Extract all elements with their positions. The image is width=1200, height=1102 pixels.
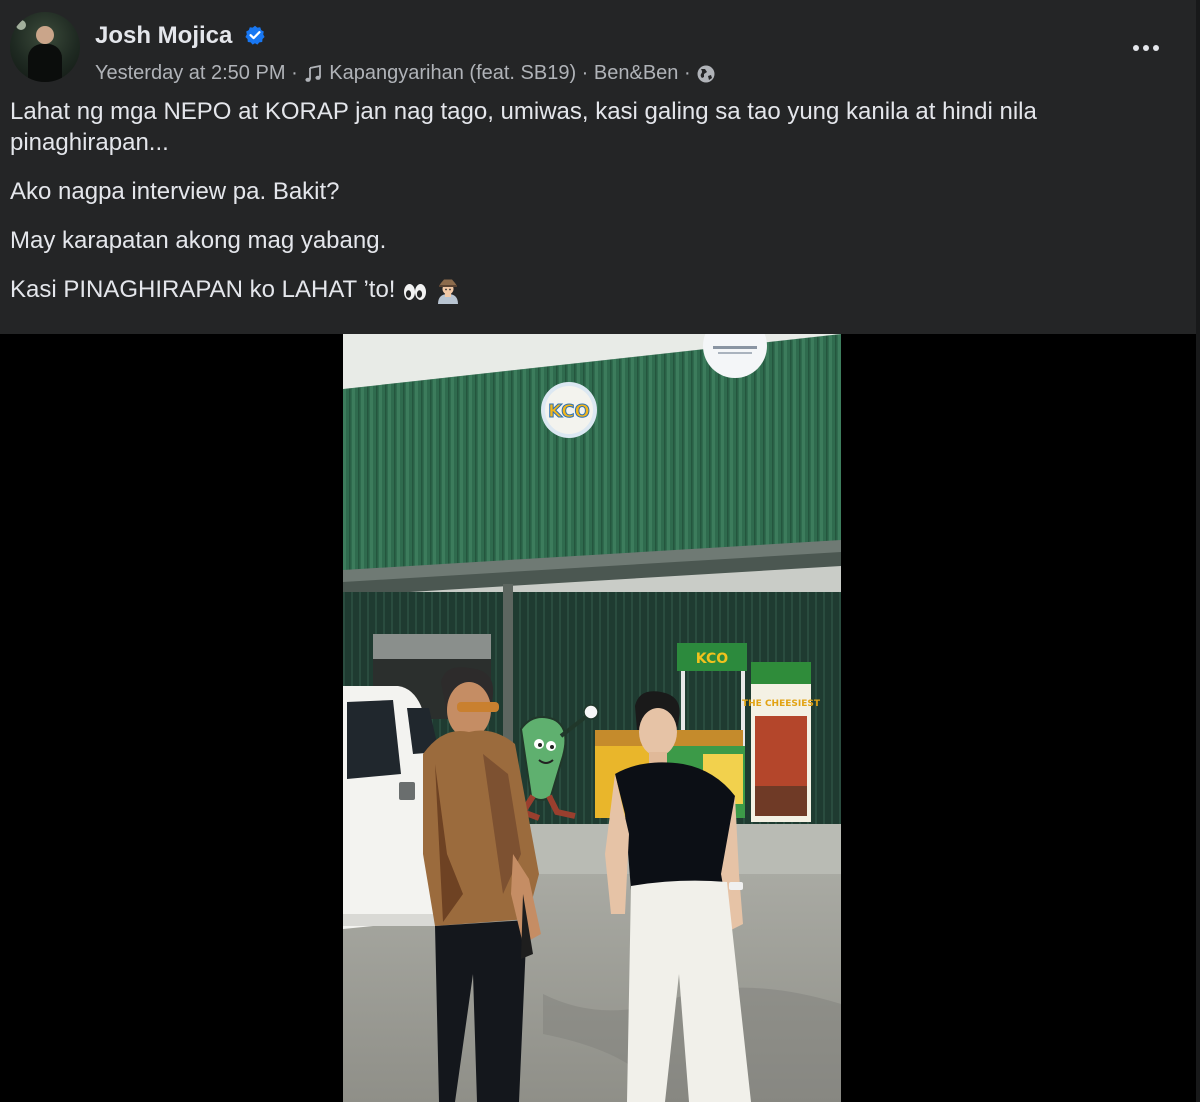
music-note-icon [305,64,322,82]
post-paragraph: Kasi PINAGHIRAPAN ko LAHAT ’to! [10,276,396,303]
more-options-icon [1133,45,1139,51]
kco-sign: KCO [541,382,597,438]
post-text: Lahat ng mga NEPO at KORAP jan nag tago,… [10,96,1180,323]
post-media[interactable]: KCO KCO THE CHEESIEST [0,334,1196,1102]
author-name-link[interactable]: Josh Mojica [95,22,265,50]
post-meta: Yesterday at 2:50 PM · Kapangyarihan (fe… [95,62,716,85]
banner-title: THE CHEESIEST [742,699,821,709]
post-paragraph: May karapatan akong mag yabang. [10,227,387,254]
kco-sign-label: KCO [548,401,590,422]
meta-separator: · [683,62,691,85]
more-options-button[interactable] [1126,28,1166,68]
post-header: Josh Mojica Yesterday at 2:50 PM · Kapan… [10,10,1186,85]
facebook-post: Josh Mojica Yesterday at 2:50 PM · Kapan… [0,0,1196,1102]
eyes-emoji-icon [404,283,427,300]
author-name: Josh Mojica [95,22,233,49]
cheesiest-banner: THE CHEESIEST [742,662,821,822]
meta-separator: · [291,62,298,85]
scroll-gutter [1196,0,1200,1102]
song-attribution[interactable]: Kapangyarihan (feat. SB19) · Ben&Ben [329,62,678,84]
post-paragraph-last: Kasi PINAGHIRAPAN ko LAHAT ’to! [10,274,1180,305]
verified-badge-icon [245,25,265,45]
post-photo[interactable]: KCO KCO THE CHEESIEST [343,334,841,1102]
post-timestamp[interactable]: Yesterday at 2:50 PM [95,62,286,84]
detective-emoji-icon [437,279,458,304]
post-paragraph: Lahat ng mga NEPO at KORAP jan nag tago,… [10,98,1037,156]
booth-logo: KCO [696,651,728,667]
globe-icon[interactable] [696,64,716,84]
author-avatar[interactable] [10,12,80,82]
post-paragraph: Ako nagpa interview pa. Bakit? [10,178,340,205]
